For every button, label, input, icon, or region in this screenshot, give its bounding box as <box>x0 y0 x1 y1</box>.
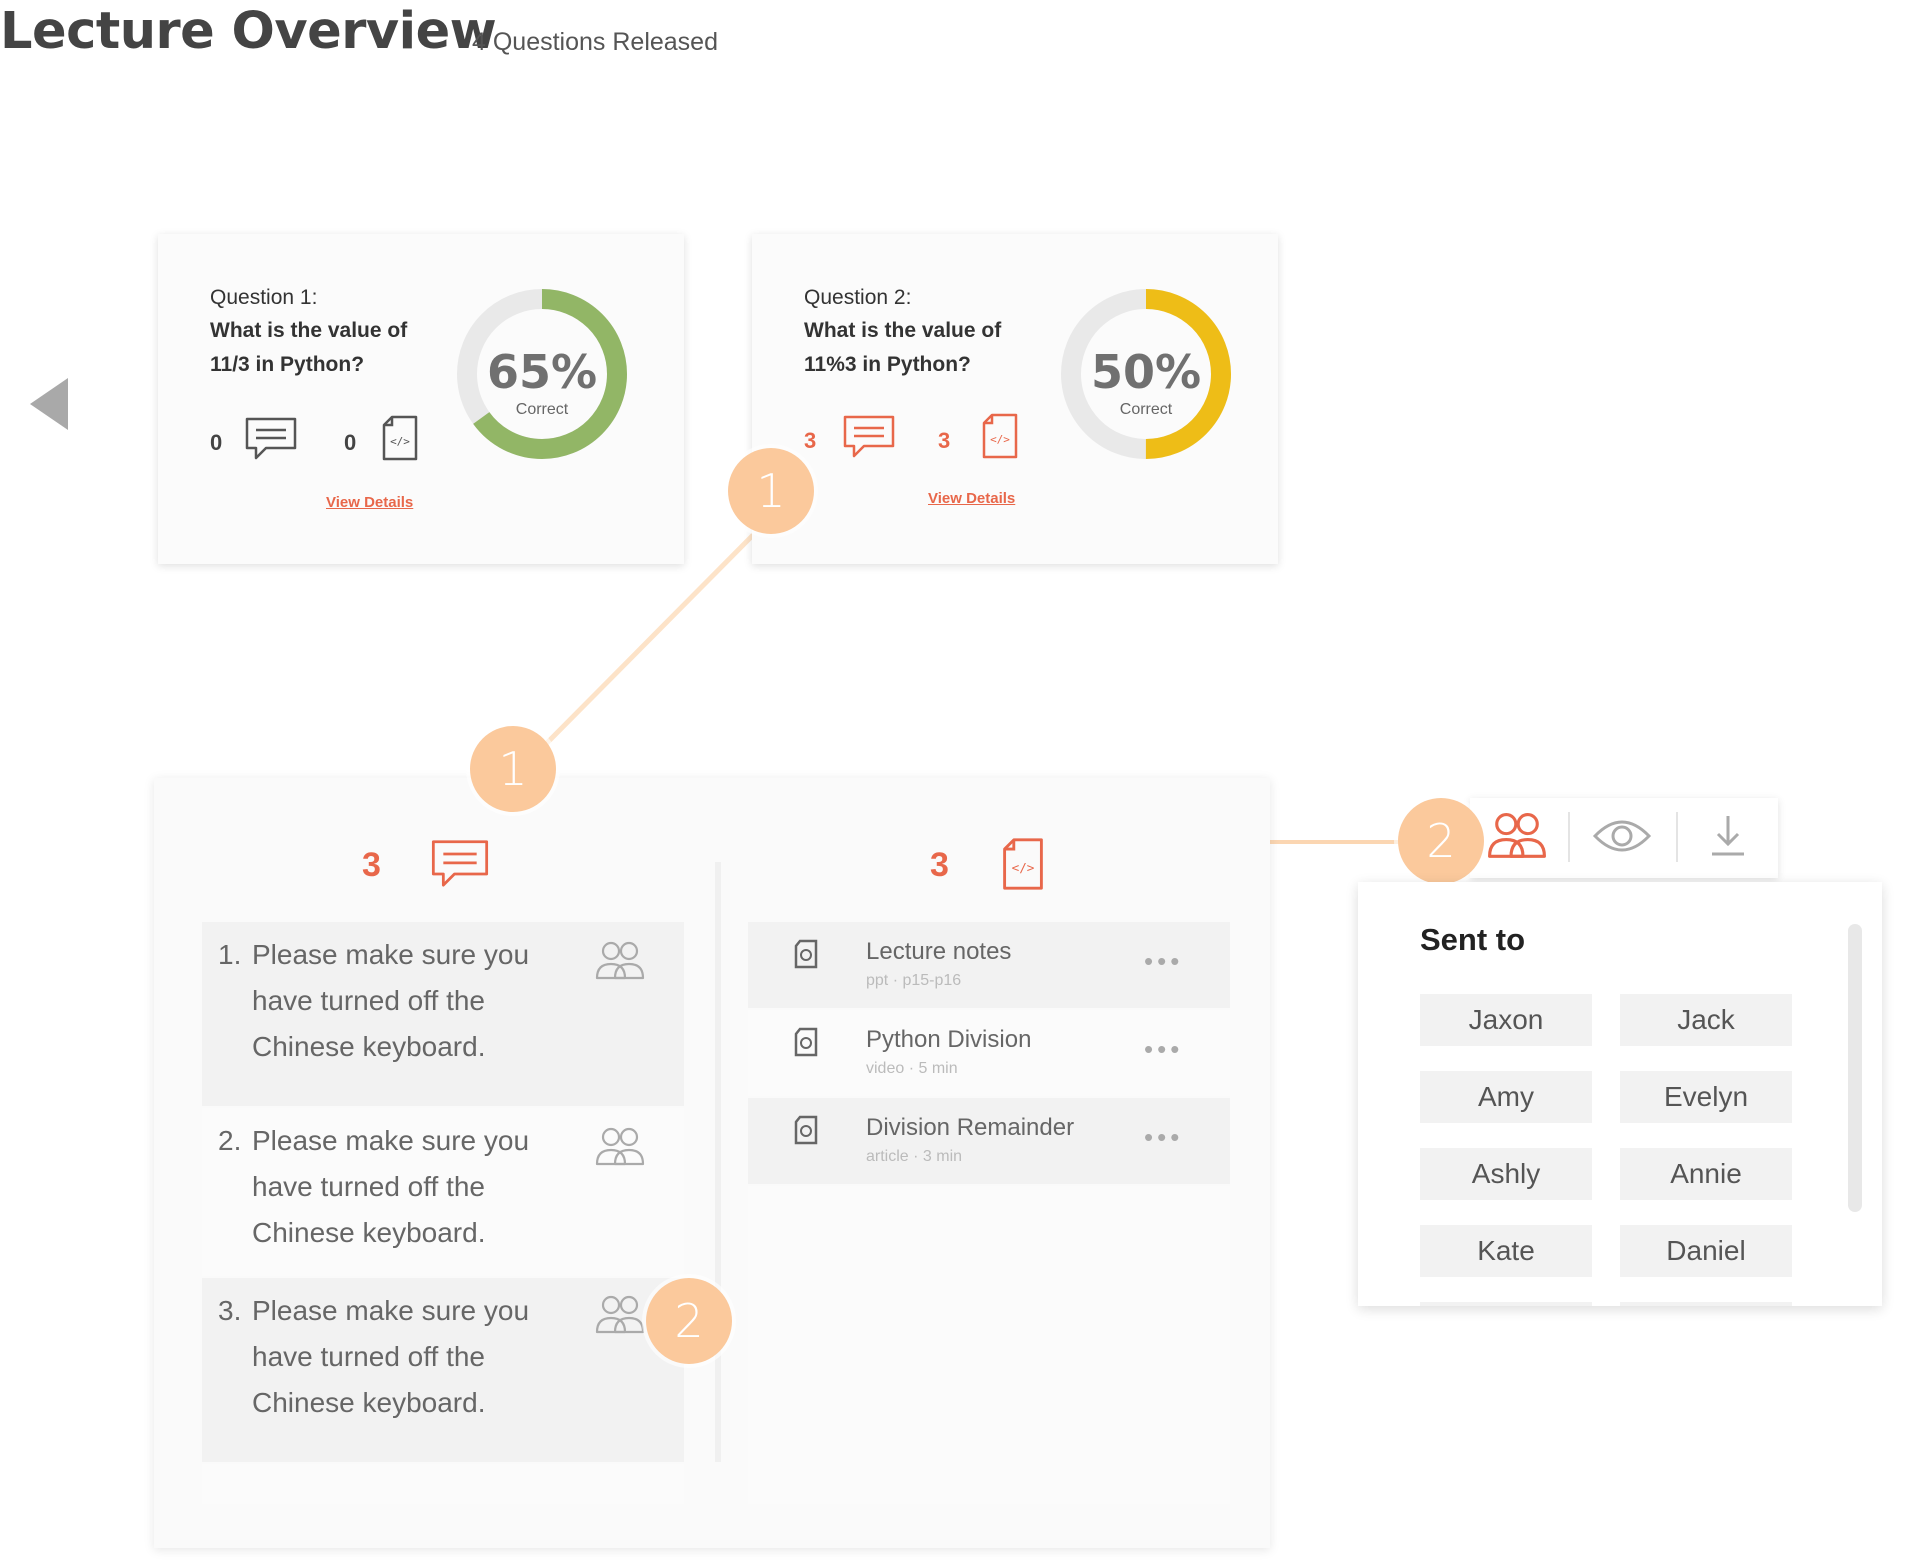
callout-badge-2: 2 <box>1398 798 1484 884</box>
feedback-count: 3 <box>362 846 381 884</box>
resource-meta: article · 3 min <box>866 1148 963 1165</box>
recipient-chip[interactable]: Annie <box>1620 1148 1792 1200</box>
resource-meta: video · 5 min <box>866 1060 958 1077</box>
correct-donut-chart: 50% Correct <box>1061 289 1231 459</box>
recipient-chip[interactable]: Jaxon <box>1420 994 1592 1046</box>
recipient-chip[interactable]: Evelyn <box>1620 1071 1792 1123</box>
recipient-chip-partial <box>1620 1302 1792 1306</box>
feedback-item-3[interactable]: 3. Please make sure you have turned off t… <box>202 1278 684 1462</box>
share-toolbar <box>1470 798 1778 878</box>
question-card-2: Question 2: What is the value of 11%3 in… <box>752 234 1278 564</box>
feedback-number: 2. <box>218 1125 242 1156</box>
code-file-icon[interactable]: </> <box>380 414 420 462</box>
column-divider <box>715 862 721 1462</box>
percent-label: 50% <box>1091 345 1201 399</box>
more-options-icon[interactable]: ••• <box>1144 1034 1183 1065</box>
percent-label: 65% <box>487 345 597 399</box>
recipient-chip[interactable]: Jack <box>1620 994 1792 1046</box>
feedback-number: 1. <box>218 939 242 970</box>
sent-to-title: Sent to <box>1420 922 1526 957</box>
svg-text:</>: </> <box>990 433 1010 446</box>
question-card-1: Question 1: What is the value of 11/3 in… <box>158 234 684 564</box>
resource-title: Division Remainder <box>866 1114 1075 1141</box>
code-file-icon[interactable]: </> <box>1000 836 1046 892</box>
comment-count: 3 <box>804 428 817 453</box>
question-text-line1: What is the value of <box>804 319 1002 342</box>
scrollbar[interactable] <box>1848 924 1862 1212</box>
code-count: 3 <box>938 428 951 453</box>
feedback-item-empty <box>202 1464 684 1504</box>
feedback-line: Chinese keyboard. <box>252 1031 486 1062</box>
feedback-item-2[interactable]: 2. Please make sure you have turned off t… <box>202 1108 684 1276</box>
view-details-link[interactable]: View Details <box>928 490 1015 507</box>
people-icon[interactable] <box>594 1294 646 1336</box>
feedback-line: Chinese keyboard. <box>252 1217 486 1248</box>
resource-title: Lecture notes <box>866 938 1012 965</box>
svg-text:</>: </> <box>1012 860 1035 875</box>
sent-to-popup: Sent to Jaxon Jack Amy Evelyn Ashly Anni… <box>1358 882 1882 1306</box>
correct-label: Correct <box>516 401 569 418</box>
question-text-line2: 11/3 in Python? <box>210 353 365 376</box>
toolbar-divider <box>1568 812 1570 862</box>
comment-icon[interactable] <box>430 838 490 890</box>
code-file-icon[interactable]: </> <box>980 412 1020 460</box>
svg-text:</>: </> <box>390 435 410 448</box>
resource-title: Python Division <box>866 1026 1032 1053</box>
recipient-chip[interactable]: Ashly <box>1420 1148 1592 1200</box>
feedback-line: have turned off the <box>252 1171 485 1202</box>
resource-meta: ppt · p15-p16 <box>866 972 962 989</box>
question-label: Question 1: <box>210 286 318 309</box>
recipient-chip-partial <box>1420 1302 1592 1306</box>
feedback-line: Please make sure you <box>252 939 530 970</box>
resource-file-icon <box>794 1027 818 1057</box>
callout-badge-1: 1 <box>470 726 556 812</box>
correct-donut-chart: 65% Correct <box>457 289 627 459</box>
feedback-line: Chinese keyboard. <box>252 1387 486 1418</box>
correct-label: Correct <box>1120 401 1173 418</box>
question-label: Question 2: <box>804 286 912 309</box>
feedback-item-1[interactable]: 1. Please make sure you have turned off t… <box>202 922 684 1106</box>
more-options-icon[interactable]: ••• <box>1144 946 1183 977</box>
feedback-line: have turned off the <box>252 985 485 1016</box>
view-details-link[interactable]: View Details <box>326 494 413 511</box>
feedback-line: Please make sure you <box>252 1295 530 1326</box>
more-options-icon[interactable]: ••• <box>1144 1122 1183 1153</box>
resource-file-icon <box>794 1115 818 1145</box>
toolbar-divider <box>1676 812 1678 862</box>
recipient-chip[interactable]: Daniel <box>1620 1225 1792 1277</box>
feedback-line: have turned off the <box>252 1341 485 1372</box>
download-icon[interactable] <box>1708 812 1748 860</box>
resource-item-1[interactable]: Lecture notes ppt · p15-p16 ••• <box>748 922 1230 1008</box>
callout-badge-1: 1 <box>728 448 814 534</box>
recipient-chip[interactable]: Amy <box>1420 1071 1592 1123</box>
resource-item-3[interactable]: Division Remainder article · 3 min ••• <box>748 1098 1230 1184</box>
feedback-number: 3. <box>218 1295 242 1326</box>
resource-file-icon <box>794 939 818 969</box>
feedback-line: Please make sure you <box>252 1125 530 1156</box>
comment-icon[interactable] <box>842 414 896 460</box>
code-count: 0 <box>344 430 357 455</box>
comment-icon[interactable] <box>244 416 298 462</box>
comment-count: 0 <box>210 430 223 455</box>
callout-badge-2: 2 <box>646 1278 732 1364</box>
recipient-chip[interactable]: Kate <box>1420 1225 1592 1277</box>
resource-item-2[interactable]: Python Division video · 5 min ••• <box>748 1010 1230 1096</box>
resource-count: 3 <box>930 846 949 884</box>
question-text-line1: What is the value of <box>210 319 408 342</box>
people-icon[interactable] <box>594 1126 646 1168</box>
people-icon[interactable] <box>1486 810 1548 862</box>
resource-list-empty <box>748 1186 1230 1504</box>
eye-icon[interactable] <box>1592 814 1652 858</box>
people-icon[interactable] <box>594 940 646 982</box>
question-text-line2: 11%3 in Python? <box>804 353 971 376</box>
